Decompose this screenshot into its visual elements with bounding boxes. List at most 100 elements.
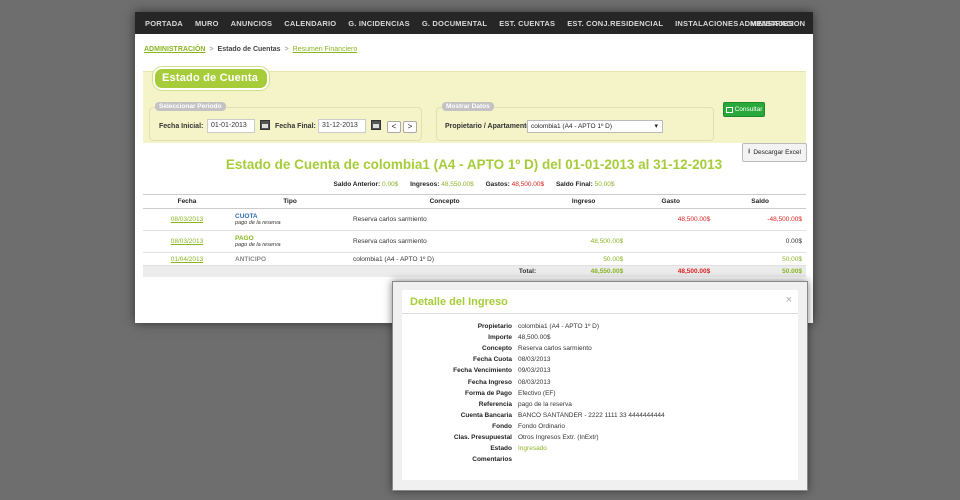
chevron-down-icon: ▾ bbox=[654, 123, 658, 130]
detail-row: Fecha Vencimiento 09/03/2013 bbox=[402, 365, 798, 376]
detail-value: Efectivo (EF) bbox=[518, 389, 556, 397]
row-fecha-link[interactable]: 01/04/2013 bbox=[143, 252, 231, 266]
propietario-select[interactable]: colombia1 (A4 - APTO 1º D) ▾ bbox=[527, 120, 663, 133]
detail-label: Fecha Ingreso bbox=[467, 378, 512, 386]
detail-label: Fondo bbox=[492, 422, 512, 430]
row-gasto bbox=[627, 252, 715, 266]
nav-item-instalaciones[interactable]: INSTALACIONES bbox=[675, 19, 738, 28]
table-total-row: Total: 48,550.00$ 48,500.00$ 50.00$ bbox=[143, 265, 806, 277]
total-label: Total: bbox=[349, 265, 541, 277]
detalle-ingreso-modal: Detalle del Ingreso × Propietario colombi… bbox=[392, 281, 808, 491]
row-tipo-label: CUOTA bbox=[235, 213, 258, 220]
row-concepto: colombia1 (A4 - APTO 1º D) bbox=[349, 252, 541, 266]
detail-label: Referencia bbox=[478, 400, 512, 408]
gastos-label: Gastos: bbox=[485, 181, 510, 188]
row-ingreso: 50.00$ bbox=[540, 252, 628, 266]
breadcrumb-administracion[interactable]: ADMINISTRACIÓN bbox=[144, 46, 205, 53]
total-gasto: 48,500.00$ bbox=[627, 265, 715, 277]
detail-label: Propietario bbox=[477, 323, 512, 331]
fecha-inicial-label: Fecha Inicial: bbox=[159, 123, 204, 130]
detail-value: 09/03/2013 bbox=[518, 367, 551, 375]
detail-label: Forma de Pago bbox=[465, 389, 512, 397]
period-legend: Seleccionar Periodo bbox=[155, 102, 226, 111]
detail-value: Fondo Ordinario bbox=[518, 422, 565, 430]
row-gasto bbox=[627, 230, 715, 253]
column-header-ingreso: Ingreso bbox=[540, 194, 628, 209]
detail-label: Cuenta Bancaria bbox=[460, 411, 512, 419]
ingresos-value: 48,550.00$ bbox=[441, 181, 474, 188]
table-row: 01/04/2013 ANTICIPO colombia1 (A4 - APTO… bbox=[143, 252, 806, 266]
detail-row: Comentarios bbox=[402, 454, 798, 465]
nav-item-est-conj-residencial[interactable]: EST. CONJ.RESIDENCIAL bbox=[567, 19, 663, 28]
detail-label: Comentarios bbox=[472, 456, 512, 464]
detail-value: pago de la reserva bbox=[518, 400, 572, 408]
row-saldo: 0.00$ bbox=[714, 230, 806, 253]
detail-label: Estado bbox=[490, 445, 512, 453]
nav-item-calendario[interactable]: CALENDARIO bbox=[284, 19, 336, 28]
column-header-tipo: Tipo bbox=[231, 194, 349, 209]
detail-label: Concepto bbox=[482, 345, 512, 353]
row-tipo-sub: pago de la reserva bbox=[235, 220, 281, 226]
propietario-label: Propietario / Apartamento bbox=[445, 123, 531, 130]
ingresos-label: Ingresos: bbox=[410, 181, 440, 188]
consultar-button[interactable]: Consultar bbox=[723, 102, 765, 117]
modal-header: Detalle del Ingreso × bbox=[402, 290, 798, 314]
calendar-icon[interactable] bbox=[371, 120, 381, 130]
page-title: Estado de Cuenta de colombia1 (A4 - APTO… bbox=[225, 157, 723, 172]
row-tipo-label: PAGO bbox=[235, 235, 254, 242]
nav-item-anuncios[interactable]: ANUNCIOS bbox=[231, 19, 273, 28]
nav-item-portada[interactable]: PORTADA bbox=[145, 19, 183, 28]
row-gasto: 48,500.00$ bbox=[627, 208, 715, 231]
nav-item-documental[interactable]: G. DOCUMENTAL bbox=[422, 19, 487, 28]
account-table: Fecha Tipo Concepto Ingreso Gasto Saldo … bbox=[143, 194, 806, 277]
row-fecha-link[interactable]: 08/03/2013 bbox=[143, 208, 231, 231]
fecha-final-input[interactable]: 31-12-2013 bbox=[318, 119, 366, 133]
detail-value: Reserva carlos sarmiento bbox=[518, 345, 592, 353]
row-saldo: 50.00$ bbox=[714, 252, 806, 266]
detail-value: Otros Ingresos Extr. (InExtr) bbox=[518, 433, 599, 441]
prev-period-button[interactable]: < bbox=[387, 121, 401, 133]
data-fieldset: Mostrar Datos Propietario / Apartamento … bbox=[436, 102, 714, 141]
nav-item-muro[interactable]: MURO bbox=[195, 19, 219, 28]
detail-label: Clas. Presupuestal bbox=[453, 433, 512, 441]
detail-value-estado: Ingresado bbox=[518, 445, 547, 453]
row-tipo: ANTICIPO bbox=[231, 252, 349, 266]
total-ingreso: 48,550.00$ bbox=[540, 265, 628, 277]
consultar-label: Consultar bbox=[734, 106, 763, 113]
detail-value: 48,500.00$ bbox=[518, 334, 551, 342]
calendar-icon[interactable] bbox=[260, 120, 270, 130]
row-tipo-label: ANTICIPO bbox=[235, 255, 267, 263]
detail-row: Clas. Presupuestal Otros Ingresos Extr. (… bbox=[402, 432, 798, 443]
panel-title: Estado de Cuenta bbox=[153, 67, 270, 90]
gastos-value: 48,500.00$ bbox=[511, 181, 545, 188]
detail-row: Fondo Fondo Ordinario bbox=[402, 421, 798, 432]
column-header-fecha: Fecha bbox=[143, 194, 231, 209]
detail-label: Importe bbox=[488, 334, 512, 342]
data-legend: Mostrar Datos bbox=[442, 102, 494, 111]
row-ingreso: 48,500.00$ bbox=[540, 230, 628, 253]
detail-label: Fecha Vencimiento bbox=[453, 367, 512, 375]
breadcrumb-resumen-financiero[interactable]: Resumen Financiero bbox=[293, 46, 358, 53]
detail-value: 08/03/2013 bbox=[518, 356, 551, 364]
modal-title: Detalle del Ingreso bbox=[410, 296, 508, 308]
row-fecha-link[interactable]: 08/03/2013 bbox=[143, 230, 231, 253]
next-period-button[interactable]: > bbox=[403, 121, 417, 133]
nav-item-incidencias[interactable]: G. INCIDENCIAS bbox=[348, 19, 410, 28]
row-saldo: -48,500.00$ bbox=[714, 208, 806, 231]
top-nav: PORTADA MURO ANUNCIOS CALENDARIO G. INCI… bbox=[135, 12, 813, 34]
breadcrumb-separator: > bbox=[284, 46, 289, 53]
saldo-anterior-value: 0.00$ bbox=[382, 181, 399, 188]
fecha-final-label: Fecha Final: bbox=[275, 123, 316, 130]
breadcrumb: ADMINISTRACIÓN > Estado de Cuentas > Resumen… bbox=[144, 46, 357, 53]
modal-body: Propietario colombia1 (A4 - APTO 1º D) Im… bbox=[402, 314, 798, 480]
column-header-gasto: Gasto bbox=[627, 194, 715, 209]
propietario-select-value: colombia1 (A4 - APTO 1º D) bbox=[531, 123, 613, 130]
breadcrumb-separator: > bbox=[209, 46, 214, 53]
fecha-inicial-input[interactable]: 01-01-2013 bbox=[207, 119, 255, 133]
close-icon[interactable]: × bbox=[786, 294, 792, 306]
nav-item-administracion[interactable]: ADMINISTRACION bbox=[739, 19, 805, 28]
detail-row: Propietario colombia1 (A4 - APTO 1º D) bbox=[402, 321, 798, 332]
nav-item-est-cuentas[interactable]: EST. CUENTAS bbox=[499, 19, 555, 28]
download-excel-label: Descargar Excel bbox=[753, 149, 801, 156]
detail-row: Referencia pago de la reserva bbox=[402, 399, 798, 410]
